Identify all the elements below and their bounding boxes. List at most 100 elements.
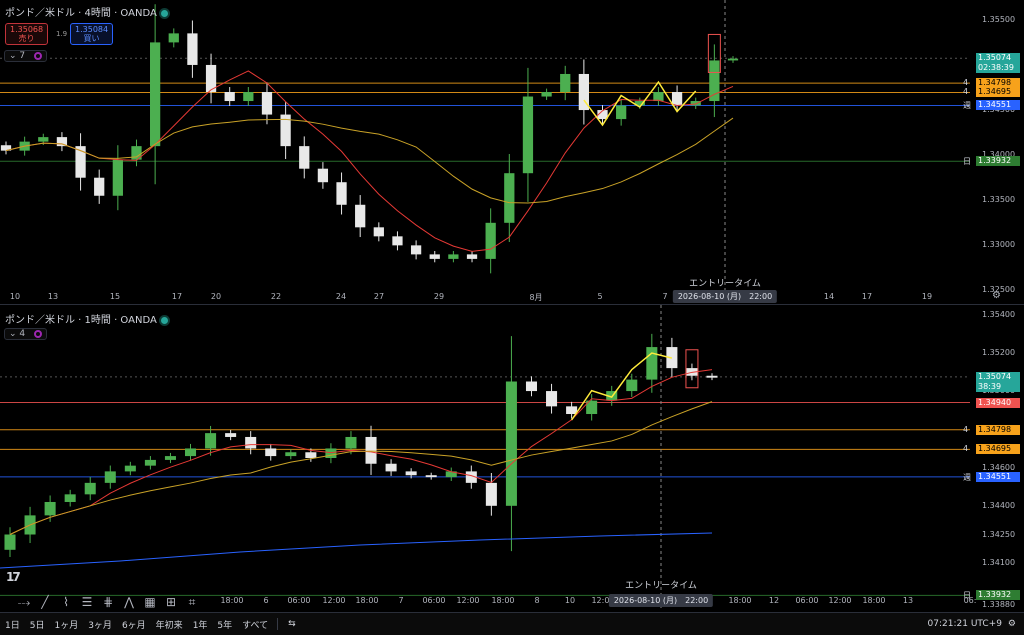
candle-body: [355, 204, 366, 228]
pattern-icon[interactable]: ⋀: [121, 594, 137, 610]
range-button[interactable]: 1日: [0, 618, 25, 631]
time-axis-tick: 06:: [963, 596, 977, 605]
buy-price: 1.35084: [75, 25, 109, 34]
candle-body: [184, 448, 197, 457]
cursor-date-label-1h: 2026-08-10 (月) 22:00: [608, 594, 714, 607]
symbol-title[interactable]: ポンド／米ドル · 4時間 · OANDA: [5, 4, 168, 19]
time-axis-tick: 10: [9, 292, 21, 301]
candle-body: [392, 236, 403, 246]
sell-price: 1.35068: [10, 25, 44, 34]
time-axis-tick: 06:00: [422, 596, 446, 605]
zoom-icon[interactable]: ⌗: [184, 594, 200, 610]
range-button[interactable]: 年初来: [151, 618, 188, 631]
drawing-toolbar[interactable]: ⤏ ╱ ⌇ ☰ ⋕ ⋀ ▦ ⊞ ⌗: [0, 592, 256, 612]
candle-body: [405, 471, 417, 476]
candle-body: [373, 227, 384, 237]
candle-body: [626, 379, 638, 392]
candle-body: [205, 433, 217, 449]
cursor-icon[interactable]: ⤏: [16, 594, 32, 610]
candle-body: [504, 173, 515, 223]
buy-button[interactable]: 1.35084 買い: [70, 23, 114, 45]
price-level-label: 1.35074: [976, 371, 1020, 382]
candle-body: [646, 347, 658, 380]
candle-body: [653, 92, 664, 102]
candle-body: [385, 463, 397, 472]
price-axis-tick: 1.34250: [982, 529, 1016, 539]
price-axis-tick: 1.34100: [982, 558, 1016, 568]
candle-body: [541, 92, 552, 97]
price-level-label: 1.34798: [976, 424, 1020, 435]
range-button[interactable]: 3ヶ月: [83, 618, 117, 631]
symbol-title-1h[interactable]: ポンド／米ドル · 1時間 · OANDA: [5, 311, 168, 326]
candle-body: [317, 168, 329, 183]
indicator-count-1h: 4: [19, 329, 26, 339]
line-icon[interactable]: ╱: [37, 594, 53, 610]
candle-body: [187, 33, 198, 65]
time-axis-tick: 10: [564, 596, 576, 605]
gear-icon[interactable]: ⚙: [1008, 619, 1016, 629]
range-button[interactable]: 1ヶ月: [49, 618, 83, 631]
bottom-bar[interactable]: 1日 5日 1ヶ月 3ヶ月 6ヶ月 年初来 1年 5年 すべて ⇆ 07:21:21 UTC+9…: [0, 612, 1024, 635]
candle-body: [243, 92, 254, 102]
candle-body: [325, 448, 337, 458]
measure-icon[interactable]: ⊞: [163, 594, 179, 610]
range-button[interactable]: 5日: [25, 618, 50, 631]
candle-body: [44, 501, 56, 516]
candle-body: [566, 406, 578, 415]
symbol-title-text: ポンド／米ドル · 4時間 · OANDA: [5, 8, 157, 19]
candle-body: [104, 471, 116, 483]
chart-panel-4h[interactable]: ポンド／米ドル · 4時間 · OANDA 1.35068 売り 1.9 1.3…: [0, 0, 1024, 305]
range-button[interactable]: すべて: [237, 618, 273, 631]
range-button[interactable]: 5年: [212, 618, 237, 631]
price-level-label: 1.33932: [976, 590, 1020, 601]
level-mark: 4: [963, 444, 969, 454]
candle-body: [245, 436, 257, 449]
range-buttons[interactable]: 1日 5日 1ヶ月 3ヶ月 6ヶ月 年初来 1年 5年 すべて: [0, 618, 273, 631]
chart-1h-canvas[interactable]: [0, 305, 1024, 611]
time-axis-4h[interactable]: 10 13 15 17 20 22 24 27 29 8月 5 7 14 17 19: [0, 292, 960, 302]
time-axis-tick: 12: [768, 596, 780, 605]
candle-body: [94, 177, 105, 196]
candle-body: [299, 146, 310, 169]
channel-icon[interactable]: ⋕: [100, 594, 116, 610]
time-axis-tick: 22: [270, 292, 282, 301]
candle-body: [112, 159, 123, 196]
level-mark: 週: [963, 101, 971, 111]
fib-icon[interactable]: ☰: [79, 594, 95, 610]
clock[interactable]: 07:21:21 UTC+9: [928, 619, 1002, 629]
price-level-label: 1.34695: [976, 87, 1020, 98]
price-axis-tick: 1.34400: [982, 500, 1016, 510]
indicators-toggle[interactable]: ⌄ 7: [4, 50, 48, 62]
time-axis-tick: 29: [433, 292, 445, 301]
chart-4h-canvas[interactable]: [0, 0, 1024, 304]
market-open-icon: [160, 316, 168, 324]
text-icon[interactable]: ▦: [142, 594, 158, 610]
range-button[interactable]: 6ヶ月: [117, 618, 151, 631]
time-axis-tick: 18:00: [355, 596, 379, 605]
level-mark: 4: [963, 87, 969, 97]
settings-gear-icon[interactable]: ⚙: [992, 290, 1001, 301]
chart-panel-1h[interactable]: ポンド／米ドル · 1時間 · OANDA ⌄ 4 1.35400 1.35200…: [0, 305, 1024, 611]
time-axis-tick: 18:00: [862, 596, 886, 605]
candle-body: [261, 92, 273, 115]
level-mark: 4: [963, 78, 969, 88]
candle-body: [525, 381, 538, 392]
indicator-ring-icon: [34, 51, 43, 60]
time-axis-tick: 24: [335, 292, 347, 301]
range-button[interactable]: 1年: [188, 618, 213, 631]
time-axis-tick: 15: [109, 292, 121, 301]
entry-time-label: エントリータイム: [689, 279, 761, 289]
price-level-label: 1.34695: [976, 444, 1020, 455]
ray-icon[interactable]: ⌇: [58, 594, 74, 610]
candle-body: [546, 391, 558, 407]
sell-button[interactable]: 1.35068 売り: [5, 23, 49, 45]
indicators-toggle-1h[interactable]: ⌄ 4: [4, 328, 48, 340]
cursor-date-label: 2026-08-10 (月) 22:00: [672, 290, 778, 303]
candle-body: [365, 436, 377, 464]
candle-body: [616, 105, 627, 120]
time-axis-tick: 27: [373, 292, 385, 301]
date-range-icon[interactable]: ⇆: [282, 619, 302, 629]
time-axis-tick: 6: [263, 596, 269, 605]
level-mark: 日: [963, 157, 971, 167]
time-axis-tick: 12:00: [322, 596, 346, 605]
